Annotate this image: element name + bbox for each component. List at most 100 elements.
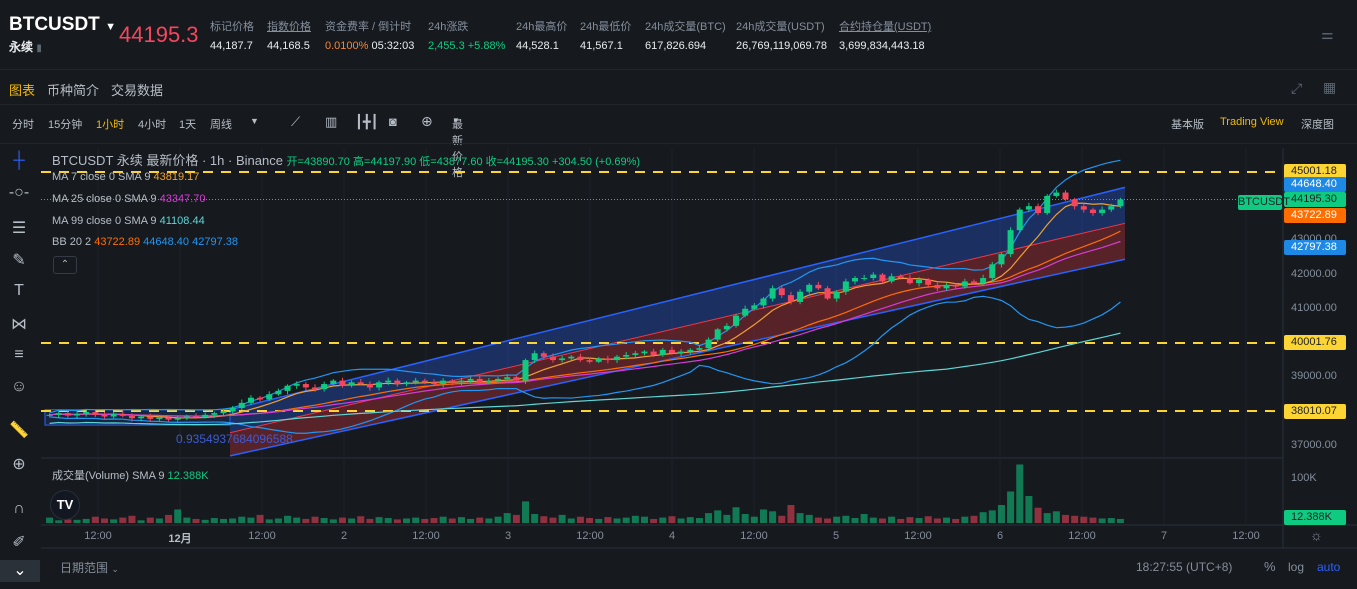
time-axis-tick: 12:00 — [1068, 530, 1096, 542]
add-plus-icon[interactable]: ⊕ — [421, 113, 433, 130]
contract-label: 永续 — [9, 40, 34, 54]
brush-icon[interactable]: ✎ — [8, 250, 30, 270]
settings-sliders-icon[interactable]: ⚌ — [1321, 26, 1334, 43]
collapse-chevron-icon[interactable]: ⌄ — [0, 560, 40, 582]
volume-bar — [1016, 464, 1024, 523]
candle-body — [366, 384, 373, 388]
candle-body — [1062, 192, 1069, 200]
price-axis-label: 40001.76 — [1284, 335, 1346, 351]
magnet-icon[interactable]: ∩ — [8, 500, 30, 518]
legend-bb[interactable]: BB 20 2 43722.89 44648.40 42797.38 — [52, 236, 238, 248]
legend-ma99[interactable]: MA 99 close 0 SMA 9 41108.44 — [52, 215, 205, 227]
candle-body — [1108, 206, 1115, 210]
stat-label: 24h涨跌 — [428, 21, 469, 33]
stat-index-price[interactable]: 指数价格 44,168.5 — [267, 18, 311, 52]
pattern-icon[interactable]: ⋈ — [8, 314, 30, 334]
camera-icon[interactable]: ◙ — [389, 114, 397, 129]
divider — [0, 104, 1357, 105]
tab-chart[interactable]: 图表 — [9, 83, 35, 98]
volume-bar — [366, 518, 374, 523]
zoom-in-icon[interactable]: ⊕ — [8, 454, 30, 474]
symbol-name[interactable]: BTCUSDT — [9, 14, 100, 35]
fib-lines-icon[interactable]: ☰ — [8, 218, 30, 238]
chevron-down-icon[interactable]: ⌄ — [111, 564, 119, 574]
auto-toggle[interactable]: auto — [1317, 560, 1340, 574]
clock: 18:27:55 (UTC+8) — [1136, 560, 1233, 574]
candle-body — [46, 414, 53, 416]
candle-body — [348, 382, 355, 386]
legend-ma7[interactable]: MA 7 close 0 SMA 9 43819.17 — [52, 171, 199, 183]
percent-toggle[interactable]: % — [1264, 559, 1276, 574]
log-toggle[interactable]: log — [1288, 560, 1304, 574]
interval-1h[interactable]: 1小时 — [96, 116, 124, 132]
legend-volume[interactable]: 成交量(Volume) SMA 9 12.388K — [52, 467, 209, 483]
templates-icon[interactable]: ▥ — [325, 114, 337, 130]
date-range-button[interactable]: 日期范围 ⌄ — [60, 559, 119, 576]
axis-settings-gear-icon[interactable]: ☼ — [1310, 527, 1323, 543]
volume-bar — [750, 516, 758, 523]
stat-value: 3,699,834,443.18 — [839, 40, 925, 52]
indicators-icon[interactable]: ⟋ — [291, 114, 300, 130]
crosshair-icon[interactable]: ┼ — [8, 152, 30, 170]
interval-15m[interactable]: 15分钟 — [48, 116, 82, 132]
volume-bar — [778, 515, 786, 523]
interval-1d[interactable]: 1天 — [179, 116, 196, 132]
volume-bar — [293, 517, 301, 523]
trendline-icon[interactable]: -○- — [8, 184, 30, 202]
grid-layout-icon[interactable]: ▦ — [1323, 79, 1336, 96]
chevron-down-icon[interactable]: ▼ — [105, 21, 116, 33]
view-tradingview[interactable]: Trading View — [1220, 116, 1284, 128]
lock-drawing-icon[interactable]: ✐ — [8, 532, 30, 552]
stat-label[interactable]: 指数价格 — [267, 18, 311, 34]
volume-bar — [640, 516, 648, 523]
candle-body — [174, 418, 181, 420]
ruler-icon[interactable]: 📏 — [8, 420, 30, 440]
price-axis-tick: 42000.00 — [1291, 267, 1337, 280]
divider — [0, 143, 1357, 144]
volume-bar — [183, 517, 191, 523]
interval-1m[interactable]: 分时 — [12, 116, 34, 132]
candle-body — [211, 413, 218, 415]
candle-body — [870, 274, 877, 279]
volume-bar — [412, 517, 420, 523]
date-range-label[interactable]: 日期范围 — [60, 561, 108, 575]
chevron-down-icon[interactable]: ▼ — [452, 116, 460, 125]
candle-body — [421, 380, 428, 383]
candle-body — [1007, 230, 1014, 255]
candle-body — [238, 402, 245, 408]
tab-info[interactable]: 币种简介 — [47, 83, 99, 98]
candle-body — [449, 380, 456, 383]
symbol-selector[interactable]: BTCUSDT ▼ — [9, 14, 116, 36]
stat-label[interactable]: 合约持仓量(USDT) — [839, 18, 931, 34]
fullscreen-icon[interactable]: ⤢ — [1291, 80, 1302, 97]
candle-body — [485, 380, 492, 383]
forecast-icon[interactable]: ≡ — [8, 346, 30, 364]
chart-canvas[interactable] — [41, 148, 1357, 589]
volume-bar — [174, 509, 182, 523]
volume-bar — [915, 518, 923, 523]
candle-body — [806, 284, 813, 292]
view-basic[interactable]: 基本版 — [1171, 116, 1204, 132]
collapse-legend-button[interactable]: ⌃ — [53, 256, 77, 274]
time-axis-tick: 12:00 — [904, 530, 932, 542]
view-depth[interactable]: 深度图 — [1301, 116, 1334, 132]
text-icon[interactable]: T — [8, 282, 30, 300]
volume-bar — [348, 518, 356, 523]
interval-4h[interactable]: 4小时 — [138, 116, 166, 132]
chart-type-candles-icon[interactable]: ┃╋┃ — [355, 114, 378, 130]
candle-body — [586, 360, 593, 362]
interval-dropdown-icon[interactable]: ▼ — [250, 116, 259, 126]
interval-1w[interactable]: 周线 — [210, 116, 232, 132]
volume-bar — [485, 518, 493, 523]
candle-body — [1117, 199, 1124, 207]
emoji-icon[interactable]: ☺ — [8, 378, 30, 396]
volume-axis-tick: 100K — [1291, 472, 1317, 484]
candle-body — [183, 416, 190, 419]
candle-body — [522, 360, 529, 381]
stat-open-interest[interactable]: 合约持仓量(USDT) 3,699,834,443.18 — [839, 18, 931, 52]
volume-bar — [1007, 491, 1015, 523]
tab-trading-data[interactable]: 交易数据 — [111, 83, 163, 98]
channel-label: 0.9354937684096588 — [176, 432, 293, 446]
stat-label: 24h最低价 — [580, 21, 632, 33]
legend-ma25[interactable]: MA 25 close 0 SMA 9 43347.70 — [52, 193, 206, 205]
